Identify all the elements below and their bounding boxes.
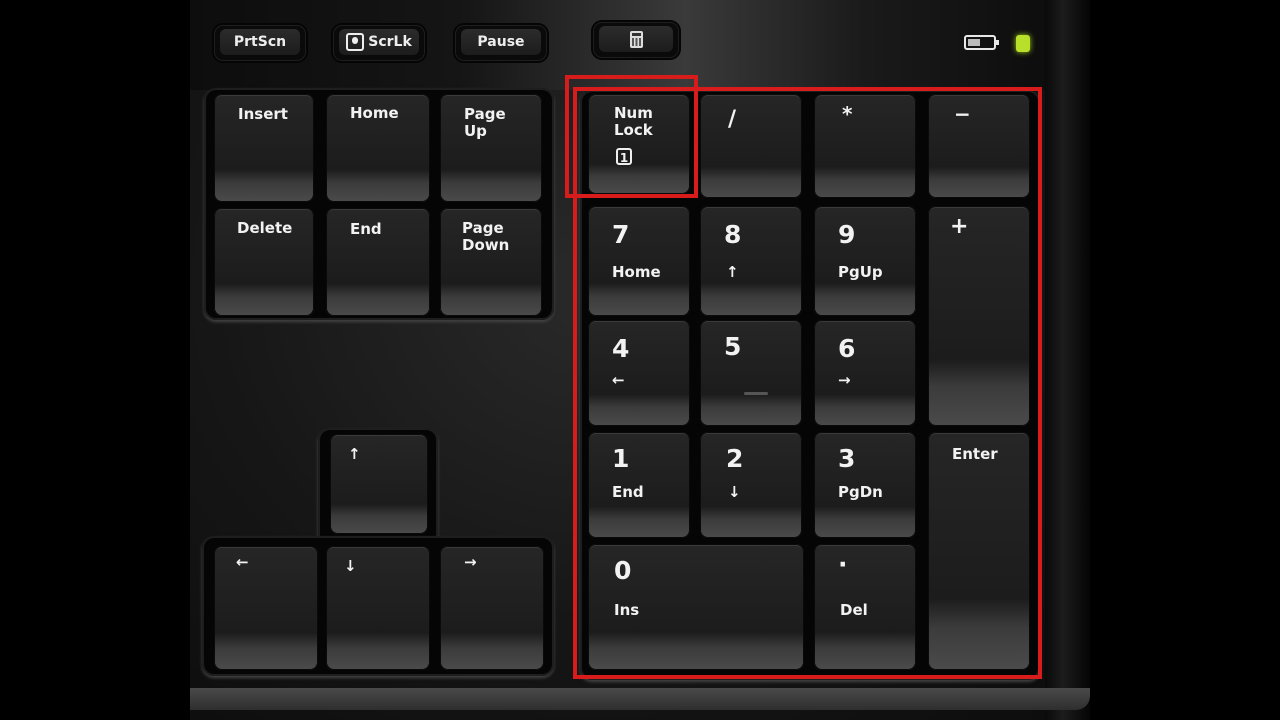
numpad-7-key[interactable]: 7 Home (588, 206, 690, 316)
battery-icon (964, 35, 999, 50)
divide-label: / (728, 107, 737, 132)
num-lock-label: Num Lock (614, 104, 653, 139)
enter-label: Enter (952, 445, 998, 463)
scrlk-label: ScrLk (368, 34, 412, 50)
arrow-up-icon: ↑ (726, 263, 739, 281)
numpad-0-main: 0 (614, 556, 632, 585)
numpad-4-key[interactable]: 4 ← (588, 320, 690, 426)
numpad-0-key[interactable]: 0 Ins (588, 544, 804, 670)
numpad-0-sub: Ins (614, 601, 640, 619)
plus-key[interactable]: + (928, 206, 1030, 426)
numpad-6-key[interactable]: 6 → (814, 320, 916, 426)
numpad-3-key[interactable]: 3 PgDn (814, 432, 916, 538)
home-label: Home (350, 104, 399, 122)
numpad-2-main: 2 (726, 444, 744, 473)
keyboard-right-edge (1045, 0, 1090, 720)
numpad-3-main: 3 (838, 444, 856, 473)
page-up-key[interactable]: Page Up (440, 94, 542, 202)
insert-key[interactable]: Insert (214, 94, 314, 202)
status-led (1016, 35, 1030, 52)
numpad-5-tactile-bump (744, 392, 768, 395)
arrow-down-key[interactable]: ↓ (326, 546, 430, 670)
numpad-decimal-main: · (838, 550, 848, 579)
page-down-label: Page Down (462, 219, 510, 254)
numpad-7-sub: Home (612, 263, 661, 281)
numpad-5-key[interactable]: 5 (700, 320, 802, 426)
pause-label: Pause (477, 34, 525, 50)
arrow-left-icon: ← (236, 553, 249, 571)
numpad-8-key[interactable]: 8 ↑ (700, 206, 802, 316)
end-label: End (350, 220, 382, 238)
arrow-up-icon: ↑ (348, 445, 361, 463)
numpad-decimal-key[interactable]: · Del (814, 544, 916, 670)
arrow-left-icon: ← (612, 371, 625, 389)
plus-label: + (950, 214, 969, 239)
scrlk-key[interactable]: ScrLk (333, 25, 425, 61)
arrow-down-icon: ↓ (728, 483, 741, 501)
numpad-1-key[interactable]: 1 End (588, 432, 690, 538)
numpad-9-key[interactable]: 9 PgUp (814, 206, 916, 316)
arrow-right-icon: → (838, 371, 851, 389)
numpad-1-main: 1 (612, 444, 630, 473)
pause-key[interactable]: Pause (455, 25, 547, 61)
end-key[interactable]: End (326, 208, 430, 316)
prtscn-label: PrtScn (233, 34, 287, 50)
divide-key[interactable]: / (700, 94, 802, 198)
numpad-1-sub: End (612, 483, 644, 501)
numpad-7-main: 7 (612, 220, 630, 249)
calculator-key[interactable] (593, 22, 679, 58)
keyboard-photo: PrtScn ScrLk Pause Insert Home Page Up D… (190, 0, 1090, 720)
numpad-5-main: 5 (724, 332, 742, 361)
minus-key[interactable]: − (928, 94, 1030, 198)
multiply-key[interactable]: * (814, 94, 916, 198)
page-up-label: Page Up (464, 105, 506, 140)
insert-label: Insert (238, 105, 288, 123)
numpad-decimal-sub: Del (840, 601, 868, 619)
numpad-8-main: 8 (724, 220, 742, 249)
page-down-key[interactable]: Page Down (440, 208, 542, 316)
delete-label: Delete (237, 219, 293, 237)
arrow-left-key[interactable]: ← (214, 546, 318, 670)
numpad-6-main: 6 (838, 334, 856, 363)
numpad-2-key[interactable]: 2 ↓ (700, 432, 802, 538)
numpad-9-sub: PgUp (838, 263, 883, 281)
numpad-9-main: 9 (838, 220, 856, 249)
numpad-3-sub: PgDn (838, 483, 883, 501)
keyboard-bottom-edge (190, 688, 1090, 710)
numpad-4-main: 4 (612, 334, 630, 363)
minus-label: − (954, 102, 971, 126)
num-lock-indicator-icon: 1 (616, 148, 632, 165)
calculator-icon (629, 30, 643, 48)
enter-key[interactable]: Enter (928, 432, 1030, 670)
num-lock-key[interactable]: Num Lock 1 (588, 94, 690, 194)
delete-key[interactable]: Delete (214, 208, 314, 316)
mic-icon (346, 33, 365, 51)
arrow-up-key[interactable]: ↑ (330, 434, 428, 534)
arrow-right-icon: → (464, 553, 477, 571)
prtscn-key[interactable]: PrtScn (214, 25, 306, 61)
arrow-right-key[interactable]: → (440, 546, 544, 670)
home-key[interactable]: Home (326, 94, 430, 202)
multiply-label: * (842, 102, 853, 126)
arrow-down-icon: ↓ (344, 557, 357, 575)
